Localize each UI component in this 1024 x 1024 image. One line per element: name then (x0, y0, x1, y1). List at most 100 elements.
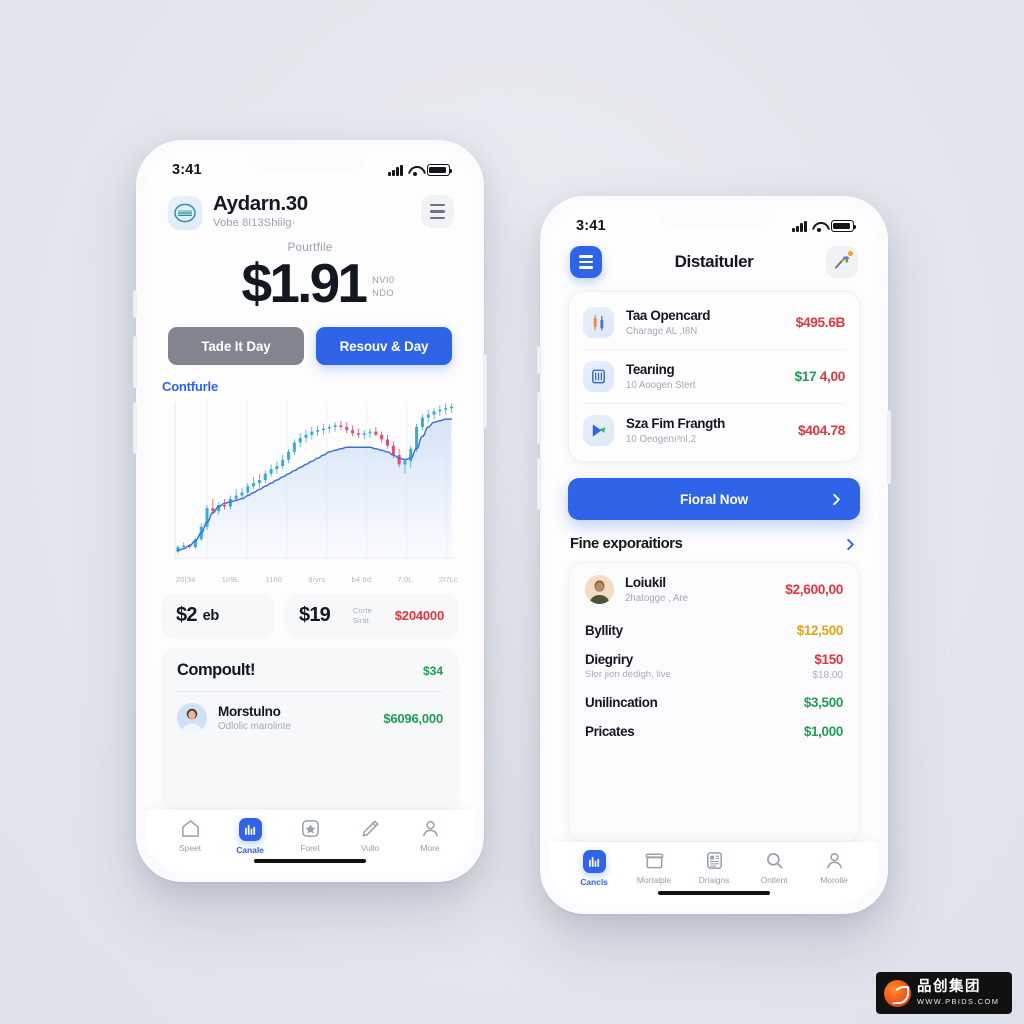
tab-ontlent[interactable]: Ontlent (744, 850, 804, 887)
candlestick-chart[interactable] (162, 396, 460, 572)
wifi-icon (408, 165, 422, 176)
stat-card-2-value: $204000 (394, 608, 444, 623)
list-item[interactable]: Tearıing 10 Aoogen Stert $17 4,00 (583, 349, 845, 403)
box-icon[interactable] (644, 850, 665, 871)
person-icon[interactable] (824, 850, 845, 871)
section-title: Fine exporaitiors (570, 536, 683, 552)
star-box-icon[interactable] (300, 818, 321, 839)
tab-more[interactable]: More (400, 818, 460, 855)
phone-volume-up-button[interactable] (133, 336, 137, 388)
phone-mute-switch-2[interactable] (537, 346, 541, 374)
app-header-2: Distaituler (550, 240, 878, 278)
x-tick-label: 1160 (265, 575, 283, 584)
watermark: 品创集团 WWW.PBIDS.COM (876, 972, 1012, 1014)
chevron-right-icon-2[interactable] (843, 537, 858, 552)
home-indicator (146, 858, 474, 872)
screen-left: 3:41 Aydarn.30 Vobe 8l13Shiilg· Pourtfil… (146, 150, 474, 872)
expense-value-group: $12,500 (797, 623, 844, 638)
status-time-2: 3:41 (576, 218, 606, 234)
candlestick-tile-icon (583, 307, 614, 338)
tab-foret[interactable]: Foret (280, 818, 340, 855)
expense-row[interactable]: Diegriry Slor jion dedigh, live $150 $18… (585, 645, 843, 688)
balance-unit-2: NDO (372, 288, 395, 298)
list-item-text: Taa Opencard Charage AL ,I8N (626, 308, 784, 337)
person-icon[interactable] (420, 818, 441, 839)
tab-speet[interactable]: Speet (160, 818, 220, 855)
chart-x-axis: 20I34 1I/9L 1160 9/yrs b4.6d 7,0L 2I7Lc (162, 572, 460, 584)
pencil-icon[interactable] (360, 818, 381, 839)
stat-card-secondary[interactable]: $19 Corte Sirat· $204000 (285, 594, 458, 637)
profile-row[interactable]: Loiukil 2hatogge , Are $2,600,00 (585, 575, 843, 616)
holdings-value: $34 (422, 663, 443, 678)
stat-card-2-meta-1: Corte (352, 606, 372, 615)
home-icon[interactable] (180, 818, 201, 839)
trade-button[interactable]: Tade It Day (168, 327, 304, 365)
holdings-card-header: Compoult! $34 (177, 661, 443, 691)
list-item-subtitle: 10 Oeogenı³nI,2 (626, 433, 697, 445)
expense-value-group: $3,500 (804, 695, 843, 710)
list-item-title: Sza Fim Frangth (626, 416, 725, 432)
stat-card-2-meta: Corte Sirat· (353, 606, 372, 625)
list-item[interactable]: Sza Fim Frangth 10 Oeogenı³nI,2 $404.78 (583, 403, 845, 457)
notch (254, 150, 366, 172)
status-icons-2 (792, 220, 857, 232)
screen-right: 3:41 Distaituler Taa Opencard Charage AL… (550, 206, 878, 904)
phone-mockup-left: 3:41 Aydarn.30 Vobe 8l13Shiilg· Pourtfil… (133, 140, 487, 882)
expense-value-group: $150 $18.00 (812, 652, 843, 681)
hamburger-menu-icon[interactable] (421, 195, 454, 228)
page-title: Distaituler (674, 252, 754, 271)
phone-volume-up-button-2[interactable] (537, 392, 541, 444)
phone-volume-down-button-2[interactable] (537, 458, 541, 510)
stat-card-1-suffix: eb (202, 607, 220, 624)
list-item[interactable]: Taa Opencard Charage AL ,I8N $495.6B (583, 296, 845, 349)
tab-driaigns[interactable]: Driaigns (684, 850, 744, 887)
phone-power-button-2[interactable] (887, 410, 891, 484)
phone-mute-switch[interactable] (133, 290, 137, 318)
expense-subtitle: Slor jion dedigh, live (585, 669, 671, 680)
cta-label: Fioral Now (679, 491, 748, 507)
chart-icon[interactable] (238, 817, 262, 841)
list-item-value: $495.6B (795, 315, 846, 330)
phone-volume-down-button[interactable] (133, 402, 137, 454)
signal-bars-icon (388, 164, 403, 176)
x-tick-label: 1I/9L (221, 575, 240, 584)
chevron-right-icon (833, 493, 840, 505)
holdings-title: Compoult! (177, 661, 255, 679)
action-buttons: Tade It Day Resouv & Day (146, 311, 474, 365)
tab-canale[interactable]: Canale (220, 817, 280, 855)
receive-button[interactable]: Resouv & Day (316, 327, 452, 365)
list-item-title: Morstulno (218, 703, 281, 719)
list-item-value: $17 4,00 (794, 369, 845, 384)
x-tick-label: 9/yrs (308, 575, 326, 584)
stat-card-primary[interactable]: $2 eb (162, 594, 274, 637)
list-item-subtitle: Charage AL ,I8N (626, 325, 698, 337)
hamburger-menu-icon-2[interactable] (570, 246, 602, 278)
expense-value: $150 (814, 652, 843, 667)
expense-row[interactable]: Unilincation $3,500 (585, 688, 843, 717)
tab-cancls[interactable]: Cancls (564, 849, 624, 887)
battery-icon-2 (831, 220, 857, 232)
phone-power-button[interactable] (483, 354, 487, 428)
list-item[interactable]: Morstulno Odlolic marolinte $6096,000 (177, 691, 443, 733)
tab-label: Speet (179, 842, 201, 853)
section-header[interactable]: Fine exporaitiors (550, 520, 878, 552)
primary-cta-button[interactable]: Fioral Now (568, 478, 860, 520)
search-icon[interactable] (764, 850, 785, 871)
expense-card: Loiukil 2hatogge , Are $2,600,00 Byllity… (568, 562, 860, 842)
list-item-subtitle: 10 Aoogen Stert (626, 379, 696, 391)
expense-row[interactable]: Byllity $12,500 (585, 616, 843, 645)
expense-label-group: Byllity (585, 623, 623, 638)
grid-doc-icon[interactable] (704, 850, 725, 871)
balance-unit-1: NVI0 (372, 275, 395, 285)
chart-icon[interactable] (582, 849, 606, 873)
tab-label: Mortalple (636, 874, 672, 885)
colorful-badge-icon[interactable] (825, 246, 858, 278)
tab-morolle[interactable]: Morolle (804, 850, 864, 887)
stat-card-2-amount: $19 (299, 604, 331, 626)
coin-logo-icon (168, 196, 202, 230)
tab-vullo[interactable]: Vullo (340, 818, 400, 855)
expense-row[interactable]: Pricates $1,000 (585, 717, 843, 746)
tab-mortalple[interactable]: Mortalple (624, 850, 684, 887)
tab-label: Ontlent (760, 874, 788, 885)
tab-label: More (420, 842, 440, 853)
